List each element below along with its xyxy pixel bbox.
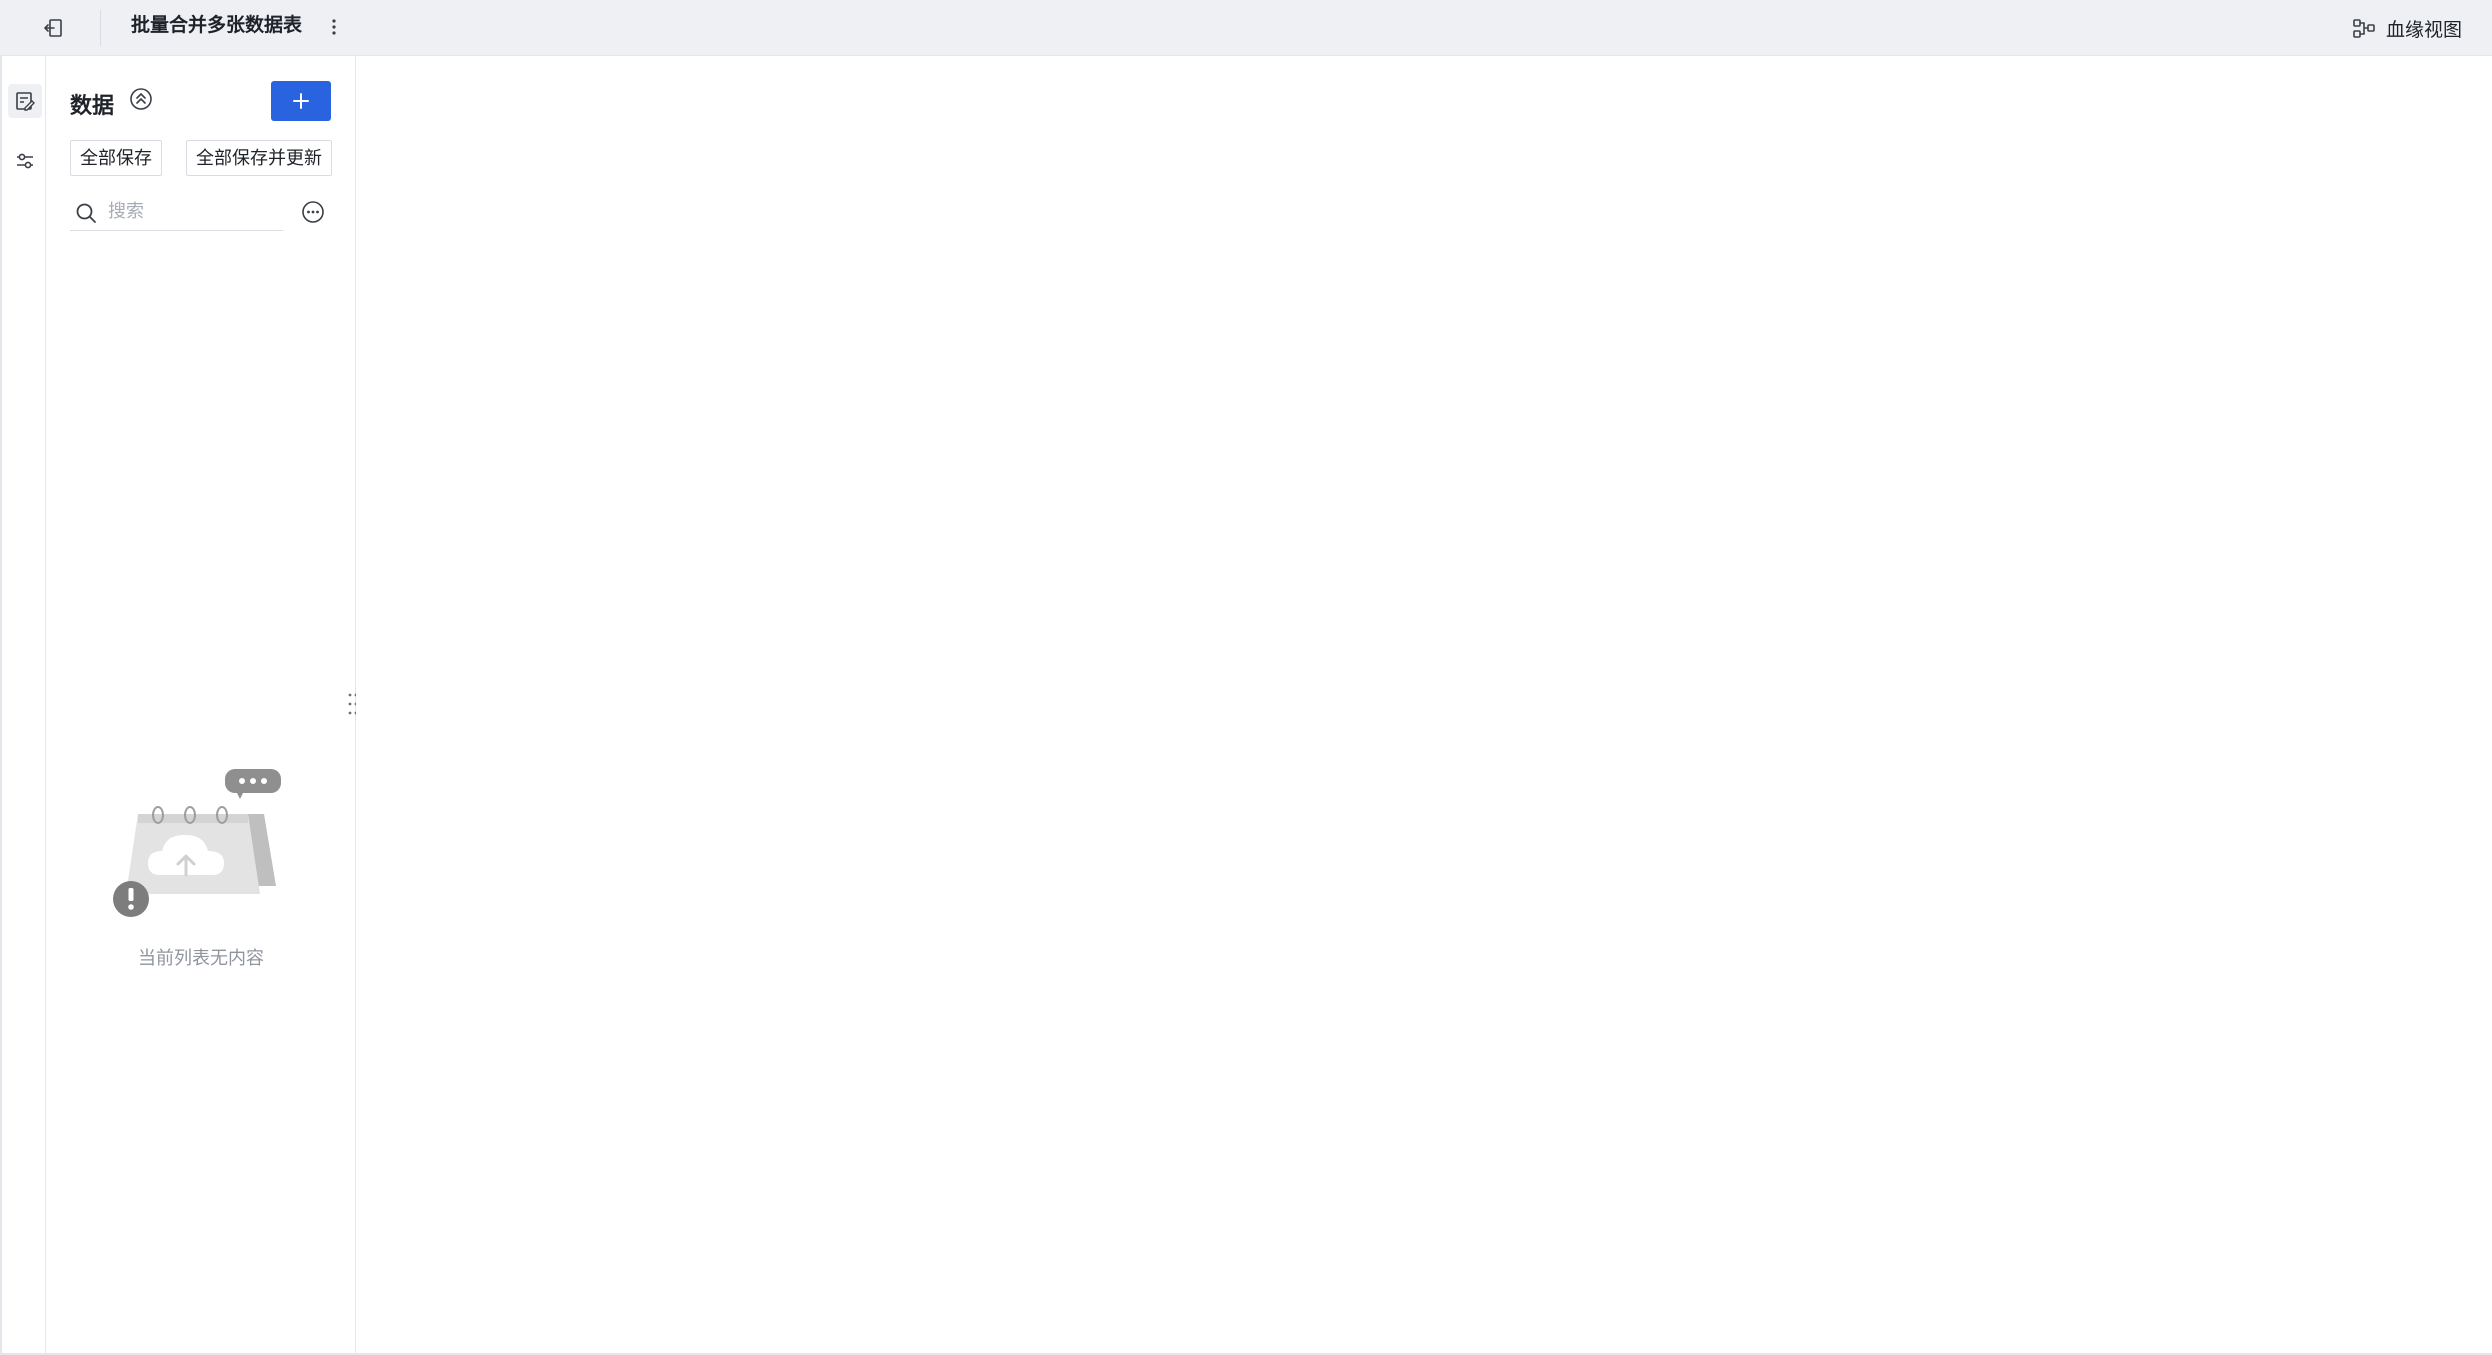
empty-state-text: 当前列表无内容 [138, 948, 264, 968]
lineage-icon [2353, 19, 2375, 38]
page-title: 批量合并多张数据表 [131, 15, 303, 36]
rail-transform-button[interactable] [8, 144, 42, 178]
rail-data-button[interactable] [8, 84, 42, 118]
exit-icon [44, 19, 62, 37]
panel-title: 数据 [70, 93, 115, 118]
empty-state-illustration [113, 769, 281, 917]
data-edit-icon [16, 92, 35, 111]
more-options-button[interactable] [324, 12, 344, 42]
save-all-button[interactable]: 全部保存 [70, 140, 162, 176]
add-data-button[interactable] [271, 81, 331, 121]
collapse-button[interactable] [128, 86, 154, 112]
data-panel: 数据 全部保存 全部保存并更新 搜索 当前列表无内容 [46, 56, 356, 1355]
more-vertical-icon [332, 19, 336, 35]
back-button[interactable] [36, 10, 72, 46]
more-circle-icon [302, 201, 324, 223]
main-canvas[interactable] [356, 56, 2492, 1355]
search-box [70, 193, 283, 231]
divider [100, 10, 101, 46]
list-options-button[interactable] [300, 199, 326, 225]
save-all-update-button[interactable]: 全部保存并更新 [186, 140, 332, 176]
sliders-icon [17, 153, 33, 169]
lineage-view-label: 血缘视图 [2386, 19, 2463, 41]
left-rail [0, 56, 46, 1355]
search-input[interactable] [108, 197, 278, 225]
plus-icon [293, 93, 309, 109]
top-bar: 批量合并多张数据表 血缘视图 [0, 0, 2492, 56]
search-icon [76, 203, 96, 223]
lineage-view-button[interactable]: 血缘视图 [2352, 10, 2472, 46]
collapse-up-icon [130, 88, 152, 110]
